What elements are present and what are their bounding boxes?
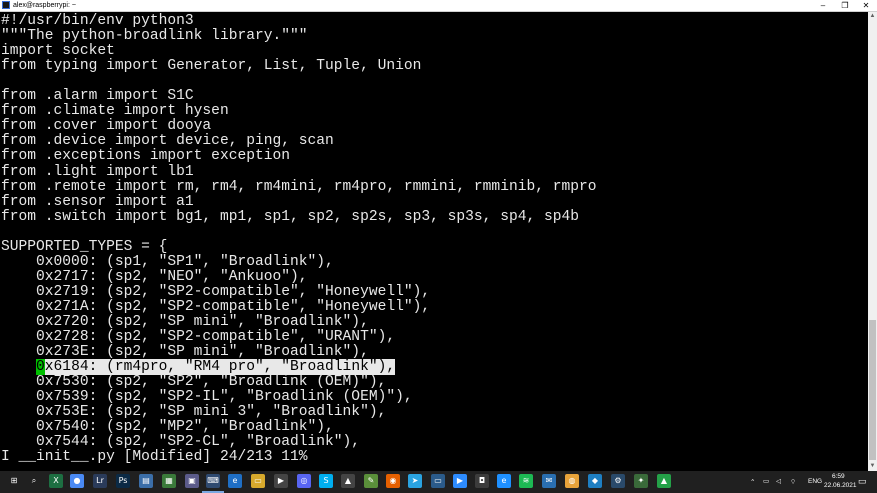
folder-icon[interactable]: ▭ [251,474,265,488]
minimize-button[interactable]: – [812,0,834,11]
code-line: from .alarm import S1C [1,88,194,105]
windows-taskbar: ⌃ ▭ ◁ ⌔ ENG 6:59 22.06.2021 ▭ ⊞ ⌕ X ● Lr Ps ▤ ▦… [0,471,877,493]
tile-icon[interactable]: ▣ [185,474,199,488]
vertical-scrollbar[interactable]: ▲ ▼ [868,12,877,471]
ie-icon[interactable]: e [497,474,511,488]
code-line: from .remote import rm, rm4, rm4mini, rm… [1,178,597,195]
maximize-button[interactable]: ❐ [834,0,856,11]
code-line: import socket [1,43,115,60]
code-line: from .device import device, ping, scan [1,133,334,150]
close-button[interactable]: ✕ [855,0,877,11]
camera-icon[interactable]: ◘ [475,474,489,488]
code-line: """The python-broadlink library.""" [1,28,308,45]
media-icon[interactable]: ▶ [274,474,288,488]
edge-icon[interactable]: e [228,474,242,488]
code-line: 0x0000: (sp1, "SP1", "Broadlink"), [1,253,334,270]
tray-wifi-icon[interactable]: ⌔ [790,477,796,486]
code-line-selected: 0x6184: (rm4pro, "RM4 pro", "Broadlink")… [1,359,396,376]
code-line: 0x753E: (sp2, "SP mini 3", "Broadlink"), [1,404,387,421]
vim-status-line: I __init__.py [Modified] 24/213 11% [1,449,308,466]
mail-icon[interactable]: ✉ [542,474,556,488]
selected-indent [1,359,36,375]
code-line: from .light import lb1 [1,163,194,180]
selected-text: x6184: (rm4pro, "RM4 pro", "Broadlink"), [44,359,396,376]
code-line: 0x2717: (sp2, "NEO", "Ankuoo"), [1,268,308,285]
browser-icon[interactable]: ◍ [565,474,579,488]
file-icon[interactable]: ▤ [139,474,153,488]
settings-icon[interactable]: ✦ [634,474,648,488]
notifications-icon[interactable]: ▭ [858,476,867,487]
code-line: from .exceptions import exception [1,148,291,165]
code-line: 0x7530: (sp2, "SP2", "Broadlink (OEM)"), [1,374,387,391]
terminal-icon[interactable]: ▲ [341,474,355,488]
search-icon[interactable]: ⌕ [27,474,41,488]
monitor-icon[interactable]: ▭ [431,474,445,488]
code-line: 0x2719: (sp2, "SP2-compatible", "Honeywe… [1,283,431,300]
code-line: from typing import Generator, List, Tupl… [1,58,422,75]
scroll-up-icon[interactable]: ▲ [868,12,877,21]
wifi-app-icon[interactable]: ⚙ [611,474,625,488]
scroll-down-icon[interactable]: ▼ [868,462,877,471]
code-line: from .sensor import a1 [1,193,194,210]
windows-start-icon[interactable]: ⊞ [7,474,21,488]
firefox-icon[interactable]: ◉ [386,474,400,488]
code-line: 0x271A: (sp2, "SP2-compatible", "Honeywe… [1,298,431,315]
code-line: from .cover import dooya [1,118,212,135]
chrome-icon[interactable]: ● [70,474,84,488]
window-title: alex@raspberrypi: ~ [13,2,76,9]
code-line: 0x273E: (sp2, "SP mini", "Broadlink"), [1,344,369,361]
code-line: 0x7540: (sp2, "MP2", "Broadlink"), [1,419,334,436]
tray-network-icon[interactable]: ▭ [763,477,769,485]
photoshop-icon[interactable]: Ps [116,474,130,488]
calc-icon[interactable]: ▦ [162,474,176,488]
code-line: #!/usr/bin/env python3 [1,13,194,29]
language-indicator[interactable]: ENG [808,478,822,485]
zoom-icon[interactable]: ▶ [453,474,467,488]
putty-app-icon [2,1,10,9]
tray-up-icon[interactable]: ⌃ [750,478,755,486]
terminal-area[interactable]: #!/usr/bin/env python3 """The python-broa… [0,12,868,470]
skype-icon[interactable]: S [319,474,333,488]
vscode-icon[interactable]: ◆ [588,474,602,488]
telegram-icon[interactable]: ➤ [408,474,422,488]
code-line: 0x7544: (sp2, "SP2-CL", "Broadlink"), [1,434,361,451]
code-line: 0x2728: (sp2, "SP2-compatible", "URANT")… [1,329,396,346]
clock-date[interactable]: 22.06.2021 [824,482,857,489]
code-line: SUPPORTED_TYPES = { [1,238,168,255]
tray-speaker-icon[interactable]: ◁ [776,477,781,485]
code-line: from .switch import bg1, mp1, sp1, sp2, … [1,208,580,225]
spotify-icon[interactable]: ≋ [519,474,533,488]
code-line: 0x2720: (sp2, "SP mini", "Broadlink"), [1,314,369,330]
excel-icon[interactable]: X [49,474,63,488]
text-cursor: 0 [36,359,45,376]
code-line: 0x7539: (sp2, "SP2-IL", "Broadlink (OEM)… [1,389,413,406]
putty-icon[interactable]: ⌨ [206,474,220,488]
clock-time[interactable]: 6:59 [832,473,845,480]
discord-icon[interactable]: ◎ [297,474,311,488]
scrollbar-thumb[interactable] [869,320,876,460]
code-line: from .climate import hysen [1,103,229,120]
green-app-icon[interactable]: ▲ [657,474,671,488]
window-titlebar[interactable]: alex@raspberrypi: ~ – ❐ ✕ [0,0,877,12]
notepad-icon[interactable]: ✎ [364,474,378,488]
lightroom-icon[interactable]: Lr [93,474,107,488]
